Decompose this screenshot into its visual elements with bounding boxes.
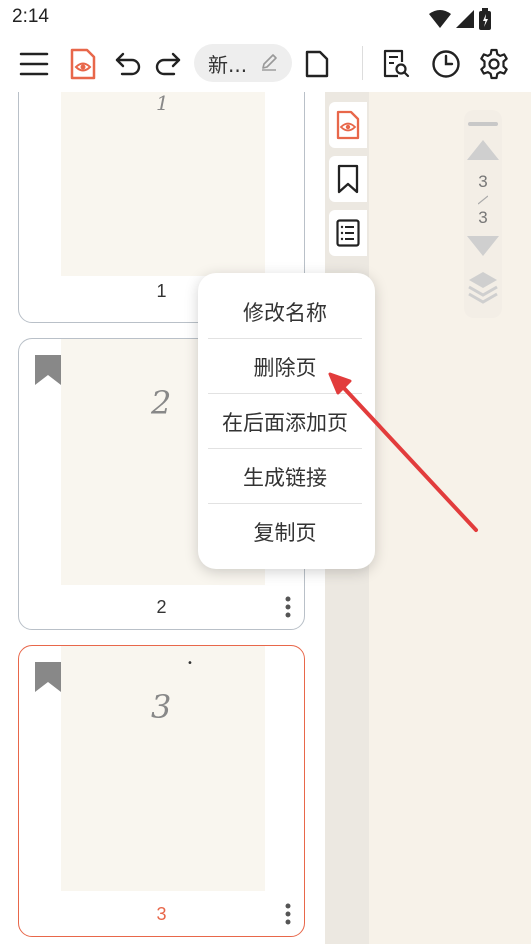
battery-icon — [479, 8, 491, 30]
page-number: 3 — [156, 904, 167, 924]
more-options-icon[interactable] — [284, 902, 292, 926]
search-document-button[interactable] — [376, 44, 416, 84]
page-size-icon — [305, 50, 329, 78]
page-size-button[interactable] — [297, 44, 337, 84]
page-content: 1 — [156, 92, 169, 115]
bookmark-icon[interactable] — [35, 355, 61, 385]
more-options-icon[interactable] — [284, 595, 292, 619]
menu-icon — [19, 52, 49, 76]
menu-divider — [208, 448, 362, 449]
signal-icon — [456, 10, 474, 28]
undo-icon — [115, 52, 141, 76]
reading-mode-button[interactable] — [63, 44, 103, 84]
tab-thumbnails[interactable] — [329, 102, 367, 148]
ink-dot: • — [187, 658, 193, 669]
page-fraction-divider — [478, 195, 488, 205]
status-time: 2:14 — [12, 6, 49, 27]
tab-bookmarks[interactable] — [329, 156, 367, 202]
edit-icon — [262, 54, 277, 71]
menu-item-delete-page[interactable]: 删除页 — [208, 340, 362, 393]
document-title: 新... — [208, 52, 248, 77]
settings-icon — [480, 48, 508, 80]
toolbar-divider — [362, 46, 363, 80]
layers-icon[interactable] — [467, 270, 499, 306]
settings-button[interactable] — [474, 44, 514, 84]
outline-list-icon — [336, 219, 360, 247]
page-down-icon[interactable] — [467, 236, 499, 258]
wifi-icon — [429, 10, 451, 28]
page-content: 2 — [151, 384, 172, 422]
menu-item-rename[interactable]: 修改名称 — [208, 285, 362, 338]
total-pages: 3 — [478, 208, 488, 227]
page-thumbnail-active[interactable]: • 3 3 — [18, 645, 305, 937]
menu-button[interactable] — [14, 44, 54, 84]
redo-icon — [155, 52, 181, 76]
menu-divider — [208, 338, 362, 339]
menu-item-add-page-after[interactable]: 在后面添加页 — [208, 395, 362, 448]
page-preview: • 3 — [61, 646, 265, 891]
search-doc-icon — [383, 49, 410, 78]
status-bar: 2:14 — [0, 0, 531, 36]
history-button[interactable] — [426, 44, 466, 84]
bookmark-icon[interactable] — [35, 662, 61, 692]
reading-mode-icon — [70, 48, 96, 80]
page-number: 2 — [156, 597, 167, 617]
page-context-menu: 修改名称 删除页 在后面添加页 生成链接 复制页 — [198, 273, 375, 569]
reading-mode-icon — [336, 110, 360, 140]
page-up-icon[interactable] — [467, 140, 499, 162]
menu-divider — [208, 393, 362, 394]
page-content: 3 — [151, 688, 172, 726]
menu-divider — [208, 503, 362, 504]
page-scroll-control: 3 3 — [464, 110, 502, 318]
current-page: 3 — [478, 172, 488, 191]
top-toolbar: 新... — [0, 36, 531, 92]
redo-button[interactable] — [148, 44, 188, 84]
scroll-handle-bar[interactable] — [468, 122, 498, 126]
menu-item-generate-link[interactable]: 生成链接 — [208, 450, 362, 503]
bookmark-outline-icon — [337, 164, 359, 194]
undo-button[interactable] — [108, 44, 148, 84]
document-title-field[interactable]: 新... — [194, 44, 292, 82]
status-icons — [429, 8, 491, 30]
page-preview: 1 — [61, 92, 265, 276]
menu-item-copy-page[interactable]: 复制页 — [208, 505, 362, 558]
history-icon — [432, 50, 460, 78]
tab-outline[interactable] — [329, 210, 367, 256]
